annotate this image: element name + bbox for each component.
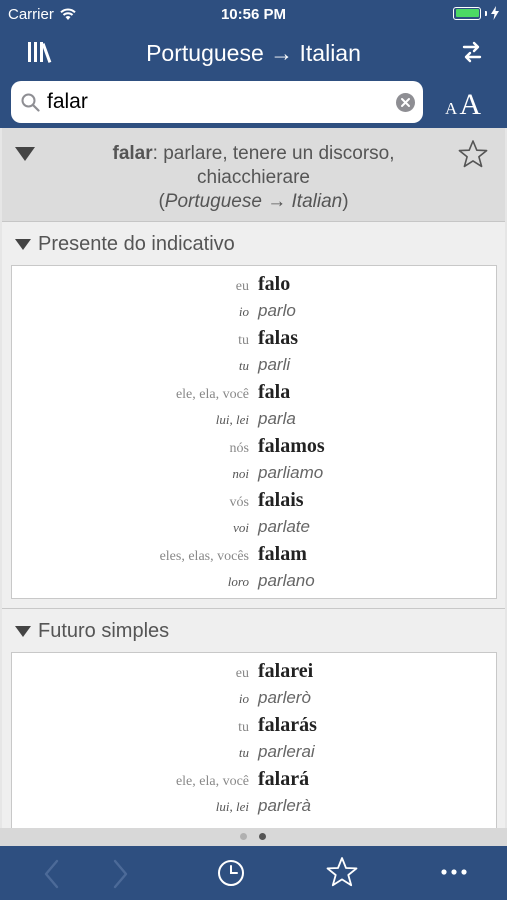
font-size-button[interactable]: A A [445, 88, 481, 122]
entry-headword: falar [112, 143, 153, 164]
font-size-large-label: A [459, 88, 481, 121]
swap-direction-icon[interactable] [461, 40, 483, 64]
entry-translation: : parlare, tenere un discorso, chiacchie… [152, 143, 395, 188]
table-row: loro parlano [12, 567, 496, 594]
verb-form: parlate [258, 517, 310, 536]
conjugation-table: eu falo io parlo tu falas tu parli ele, ela,… [11, 265, 497, 599]
page-title: Portuguese → Italian [146, 40, 361, 66]
pronoun: eles, elas, vocês [159, 549, 249, 564]
search-bar: A A [0, 78, 507, 128]
entry-summary: falar: parlare, tenere un discorso, chia… [112, 143, 395, 212]
chevron-left-icon[interactable] [40, 858, 64, 890]
font-size-small-label: A [445, 99, 458, 118]
table-row: tu parli [12, 351, 496, 378]
table-row: io parlerò [12, 684, 496, 711]
pronoun: loro [227, 574, 249, 589]
search-input[interactable] [47, 87, 387, 117]
pronoun: lui, lei [215, 412, 249, 427]
table-row: tu falarás [12, 711, 496, 738]
verb-form: parlerò [258, 688, 311, 707]
verb-form: falamos [258, 435, 325, 457]
verb-form: falarei [258, 660, 314, 682]
verb-form: parlo [258, 301, 296, 320]
table-row: lui, lei parlerà [12, 792, 496, 819]
table-row: nós falamos [12, 432, 496, 459]
table-row: lui, lei parla [12, 405, 496, 432]
conjugation-table: eu falarei io parlerò tu falarás tu parlerai… [11, 652, 497, 828]
status-bar: Carrier 10:56 PM [0, 0, 507, 28]
pronoun: lui, lei [215, 799, 249, 814]
pronoun: vós [229, 495, 249, 510]
pronoun: eu [235, 279, 249, 294]
verb-form: falam [258, 543, 307, 565]
table-row: tu falas [12, 324, 496, 351]
collapse-triangle-icon [15, 239, 31, 250]
table-row: eu falo [12, 270, 496, 297]
table-row: eles, elas, vocês falam [12, 540, 496, 567]
chevron-right-icon[interactable] [108, 858, 132, 890]
verb-form: falará [258, 768, 310, 790]
table-row: ele, ela, você falará [12, 765, 496, 792]
table-row: ele, ela, você fala [12, 378, 496, 405]
page-dot-1[interactable] [240, 833, 247, 840]
table-row: voi parlate [12, 513, 496, 540]
search-icon [21, 93, 40, 112]
pronoun: tu [238, 745, 249, 760]
pronoun: ele, ela, você [175, 387, 249, 402]
verb-form: falo [258, 273, 291, 295]
pronoun: io [238, 304, 249, 319]
table-row: noi parliamo [12, 459, 496, 486]
pronoun: ele, ela, você [175, 774, 249, 789]
pronoun: eu [235, 666, 249, 681]
pronoun: tu [238, 333, 249, 348]
verb-form: parlano [258, 571, 315, 590]
section-header[interactable]: Presente do indicativo [14, 233, 235, 256]
battery-icon [453, 6, 481, 20]
table-row: vós falais [12, 486, 496, 513]
pronoun: tu [238, 720, 249, 735]
verb-form: fala [258, 381, 291, 403]
pronoun: noi [232, 466, 249, 481]
search-box [11, 81, 423, 123]
clock-icon[interactable] [216, 858, 246, 888]
table-row: eu falarei [12, 657, 496, 684]
verb-form: parlerai [258, 742, 315, 761]
section-header[interactable]: Futuro simples [14, 620, 169, 643]
navigation-bar: Portuguese → Italian [0, 28, 507, 78]
verb-form: parlerà [258, 796, 311, 815]
section-divider [2, 608, 505, 609]
page-dot-2-current[interactable] [259, 833, 266, 840]
verb-form: falas [258, 327, 298, 349]
pronoun: tu [238, 358, 249, 373]
verb-form: falais [258, 489, 304, 511]
verb-form: falarás [258, 714, 317, 736]
bottom-toolbar [0, 846, 507, 900]
clear-search-button[interactable] [396, 93, 415, 112]
charging-bolt-icon [491, 6, 499, 20]
section-title: Presente do indicativo [38, 233, 235, 255]
more-icon[interactable] [440, 868, 468, 876]
entry-header: falar: parlare, tenere un discorso, chia… [2, 128, 505, 222]
star-icon[interactable] [325, 856, 359, 888]
source-language: Portuguese [164, 191, 262, 212]
verb-form: parli [258, 355, 291, 374]
collapse-triangle-icon[interactable] [14, 146, 36, 162]
battery-indicator [453, 6, 499, 20]
verb-form: parliamo [258, 463, 324, 482]
status-time: 10:56 PM [220, 6, 287, 23]
verb-form: parla [258, 409, 296, 428]
pronoun: voi [233, 520, 249, 535]
table-row: tu parlerai [12, 738, 496, 765]
pronoun: nós [229, 441, 249, 456]
section-title: Futuro simples [38, 620, 170, 642]
target-language: Italian [291, 191, 343, 212]
conjugation-content[interactable]: falar: parlare, tenere un discorso, chia… [2, 128, 505, 828]
page-indicator [0, 828, 507, 846]
favorite-star-icon[interactable] [457, 139, 489, 169]
pronoun: io [238, 691, 249, 706]
table-row: io parlo [12, 297, 496, 324]
collapse-triangle-icon [15, 626, 31, 637]
clear-icon [401, 98, 410, 107]
